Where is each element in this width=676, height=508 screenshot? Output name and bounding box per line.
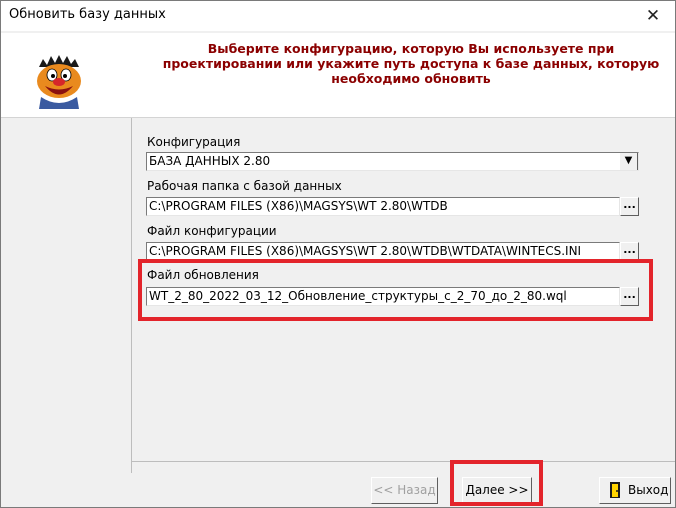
- configfile-label: Файл конфигурации: [147, 224, 277, 238]
- back-button[interactable]: << Назад: [371, 477, 438, 504]
- exit-button[interactable]: Выход: [599, 477, 671, 504]
- next-button-highlight: [450, 460, 543, 506]
- cartoon-face-icon: [37, 55, 81, 109]
- window-title: Обновить базу данных: [9, 7, 166, 22]
- workdir-label: Рабочая папка с базой данных: [147, 179, 342, 193]
- instruction-text: Выберите конфигурацию, которую Вы исполь…: [162, 41, 660, 86]
- update-file-highlight: [138, 259, 653, 321]
- config-select[interactable]: БАЗА ДАННЫХ 2.80 ▼: [146, 152, 639, 171]
- close-button[interactable]: ✕: [631, 1, 675, 31]
- header-panel: Выберите конфигурацию, которую Вы исполь…: [1, 33, 675, 118]
- workdir-browse-button[interactable]: ...: [620, 197, 639, 216]
- button-separator: [131, 461, 675, 462]
- left-panel: [1, 118, 132, 473]
- chevron-down-icon[interactable]: ▼: [619, 153, 638, 170]
- update-database-window: Обновить базу данных ✕ Выберите конфигур…: [0, 0, 676, 508]
- exit-door-icon: [610, 482, 620, 498]
- workdir-field[interactable]: C:\PROGRAM FILES (X86)\MAGSYS\WT 2.80\WT…: [146, 197, 620, 216]
- config-select-value: БАЗА ДАННЫХ 2.80: [149, 154, 271, 168]
- exit-button-label: Выход: [628, 483, 669, 497]
- config-label: Конфигурация: [147, 135, 241, 149]
- title-bar: Обновить базу данных ✕: [1, 1, 675, 31]
